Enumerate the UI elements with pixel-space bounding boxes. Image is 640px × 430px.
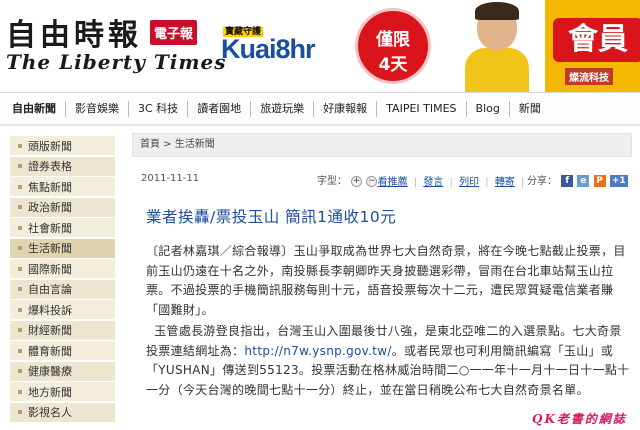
nav-item-deals[interactable]: 好康報報: [314, 100, 378, 117]
ad-promo-circle: 僅限 4天: [355, 8, 431, 84]
sidebar-item-celebrity[interactable]: 影視名人: [10, 402, 115, 423]
article-toolbar: 2011-11-11 字型： + − | 看推薦 | 發言 | 列印 | 轉寄 …: [132, 171, 632, 188]
e-paper-badge: 電子報: [150, 20, 198, 45]
bullet-icon: [18, 369, 22, 373]
recommend-link[interactable]: 看推薦: [378, 177, 408, 188]
sidebar-item-politics[interactable]: 政治新聞: [10, 197, 115, 218]
share-bar: 分享： f e P +1: [527, 172, 628, 187]
facebook-share-icon[interactable]: f: [561, 175, 574, 187]
plurk-share-icon[interactable]: P: [593, 175, 606, 187]
forward-link[interactable]: 轉寄: [495, 177, 515, 188]
section-sidebar: 頭版新聞 證券表格 焦點新聞 政治新聞 社會新聞 生活新聞 國際新聞 自由言論 …: [10, 136, 115, 423]
blog-watermark: QK老書的網誌: [532, 412, 627, 426]
site-header: 自由時報 電子報 The Liberty Times 寶藏守護 Kuai8hr …: [0, 0, 640, 92]
nav-item-travel[interactable]: 旅遊玩樂: [251, 100, 315, 117]
sidebar-item-international[interactable]: 國際新聞: [10, 259, 115, 279]
nav-item-video-entertainment[interactable]: 影音娛樂: [66, 100, 129, 117]
sidebar-item-society[interactable]: 社會新聞: [10, 218, 115, 238]
article-actions: | 看推薦 | 發言 | 列印 | 轉寄 |: [368, 177, 525, 188]
font-size-label: 字型：: [317, 176, 347, 187]
sidebar-item-stock-tables[interactable]: 證券表格: [10, 156, 115, 177]
site-logo-english[interactable]: The Liberty Times: [6, 50, 226, 74]
bullet-icon: [18, 328, 22, 332]
nav-item-liberty-news[interactable]: 自由新聞: [0, 100, 66, 117]
ad-brand-logo: Kuai8hr: [221, 34, 316, 64]
breadcrumb[interactable]: 首頁 > 生活新聞: [132, 133, 632, 157]
bullet-icon: [18, 184, 22, 189]
ad-promo-line1: 僅限: [376, 30, 410, 50]
sidebar-item-life[interactable]: 生活新聞: [10, 238, 115, 259]
bullet-icon: [18, 410, 22, 414]
bullet-icon: [18, 287, 22, 291]
google-plus-one-icon[interactable]: +1: [609, 175, 628, 187]
nav-item-blog[interactable]: Blog: [467, 100, 510, 117]
share-label: 分享：: [527, 176, 557, 187]
bullet-icon: [18, 164, 22, 168]
sidebar-item-health[interactable]: 健康醫療: [10, 361, 115, 382]
sidebar-item-front-page[interactable]: 頭版新聞: [10, 136, 115, 156]
comment-link[interactable]: 發言: [423, 177, 443, 188]
vote-url-link[interactable]: http://n7w.ysnp.gov.tw/: [244, 344, 391, 358]
ad-person-image: [465, 2, 529, 92]
bullet-icon: [18, 348, 22, 353]
font-increase-button[interactable]: +: [351, 175, 363, 187]
email-share-icon[interactable]: e: [577, 175, 590, 187]
bullet-icon: [18, 205, 22, 209]
bullet-icon: [18, 143, 22, 148]
bullet-icon: [18, 225, 22, 230]
sidebar-item-local[interactable]: 地方新聞: [10, 382, 115, 402]
nav-item-news[interactable]: 新聞: [510, 101, 550, 117]
sidebar-item-sports[interactable]: 體育新聞: [10, 341, 115, 361]
article-main: 首頁 > 生活新聞 2011-11-11 字型： + − | 看推薦 | 發言 …: [132, 133, 632, 430]
top-navigation: 自由新聞 影音娛樂 3C 科技 讀者園地 旅遊玩樂 好康報報 TAIPEI TI…: [0, 92, 640, 126]
sidebar-item-tips[interactable]: 爆料投訴: [10, 300, 115, 320]
article-headline: 業者挨轟/票投玉山 簡訊1通收10元: [146, 208, 397, 226]
sidebar-item-finance[interactable]: 財經新聞: [10, 320, 115, 341]
print-link[interactable]: 列印: [459, 177, 479, 188]
article-paragraph-1: 〔記者林嘉琪／綜合報導〕玉山爭取成為世界七大自然奇景，將在今晚七點截止投票，目前…: [146, 244, 626, 317]
nav-item-taipei-times[interactable]: TAIPEI TIMES: [377, 100, 467, 117]
site-logo-chinese[interactable]: 自由時報: [6, 10, 142, 54]
banner-ad[interactable]: 寶藏守護 Kuai8hr 僅限 4天 會員 燦流科技: [215, 0, 640, 92]
bullet-icon: [18, 266, 22, 271]
article-paragraph-2: 玉管處長游登良指出，台灣玉山入圍最後廿八強，是東北亞唯二的入選景點。七大奇景投票…: [146, 322, 630, 400]
sidebar-item-focus[interactable]: 焦點新聞: [10, 177, 115, 197]
nav-item-reader-forum[interactable]: 讀者園地: [188, 100, 252, 117]
article-date: 2011-11-11: [141, 173, 200, 184]
ad-sponsor-text: 燦流科技: [565, 68, 613, 85]
ad-right-panel: 會員 燦流科技: [545, 0, 640, 92]
bullet-icon: [18, 307, 22, 312]
bullet-icon: [18, 246, 22, 250]
ad-promo-line2: 4天: [378, 55, 408, 75]
ad-member-text: 會員: [553, 18, 640, 62]
sidebar-item-opinion[interactable]: 自由言論: [10, 279, 115, 300]
bullet-icon: [18, 389, 22, 394]
nav-item-3c-tech[interactable]: 3C 科技: [129, 100, 189, 117]
